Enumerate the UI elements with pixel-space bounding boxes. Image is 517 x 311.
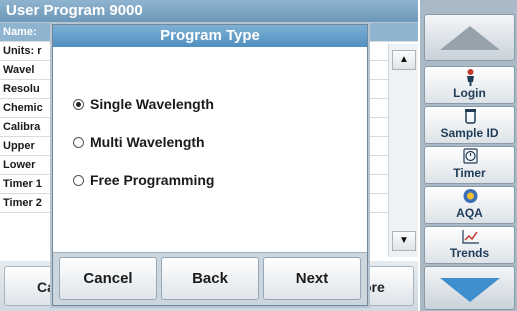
option-label: Multi Wavelength bbox=[90, 134, 205, 150]
scroll-up-arrow-button[interactable] bbox=[424, 14, 515, 61]
scroll-up-button[interactable]: ▲ bbox=[392, 50, 416, 70]
scroll-down-arrow-button[interactable] bbox=[424, 266, 515, 310]
down-arrow-icon bbox=[440, 278, 500, 302]
radio-selected-icon[interactable] bbox=[73, 98, 84, 110]
aqa-label: AQA bbox=[456, 206, 483, 220]
person-icon bbox=[467, 69, 474, 86]
instrument-screen: User Program 9000 Name: Units: r Wavel R… bbox=[0, 0, 517, 311]
option-label: Free Programming bbox=[90, 172, 215, 188]
option-label: Single Wavelength bbox=[90, 96, 214, 112]
dialog-title: Program Type bbox=[53, 25, 367, 47]
trends-chart-icon bbox=[462, 230, 479, 244]
radio-icon[interactable] bbox=[73, 136, 84, 148]
trends-button[interactable]: Trends bbox=[424, 226, 515, 264]
up-arrow-icon bbox=[440, 26, 500, 50]
list-scrollbar[interactable]: ▲ ▼ bbox=[388, 44, 419, 257]
scroll-down-button[interactable]: ▼ bbox=[392, 231, 416, 251]
radio-icon[interactable] bbox=[73, 174, 84, 186]
login-button[interactable]: Login bbox=[424, 66, 515, 104]
timer-button[interactable]: Timer bbox=[424, 146, 515, 184]
option-multi-wavelength[interactable]: Multi Wavelength bbox=[73, 123, 214, 161]
program-header: User Program 9000 bbox=[0, 0, 418, 22]
sample-id-label: Sample ID bbox=[440, 126, 499, 140]
sidebar: Login Sample ID Timer AQA Trends bbox=[418, 0, 517, 311]
program-type-options: Single Wavelength Multi Wavelength Free … bbox=[73, 85, 214, 199]
dialog-button-bar: Cancel Back Next bbox=[53, 252, 367, 305]
option-free-programming[interactable]: Free Programming bbox=[73, 161, 214, 199]
login-label: Login bbox=[453, 86, 486, 100]
next-button[interactable]: Next bbox=[263, 257, 361, 300]
timer-label: Timer bbox=[453, 166, 486, 180]
back-button[interactable]: Back bbox=[161, 257, 259, 300]
aqa-icon bbox=[463, 189, 478, 203]
trends-label: Trends bbox=[449, 246, 490, 260]
cancel-button[interactable]: Cancel bbox=[59, 257, 157, 300]
sample-vial-icon bbox=[465, 109, 476, 124]
sample-id-button[interactable]: Sample ID bbox=[424, 106, 515, 144]
aqa-button[interactable]: AQA bbox=[424, 186, 515, 224]
option-single-wavelength[interactable]: Single Wavelength bbox=[73, 85, 214, 123]
program-type-dialog: Program Type Single Wavelength Multi Wav… bbox=[52, 24, 368, 306]
timer-icon bbox=[463, 148, 478, 164]
